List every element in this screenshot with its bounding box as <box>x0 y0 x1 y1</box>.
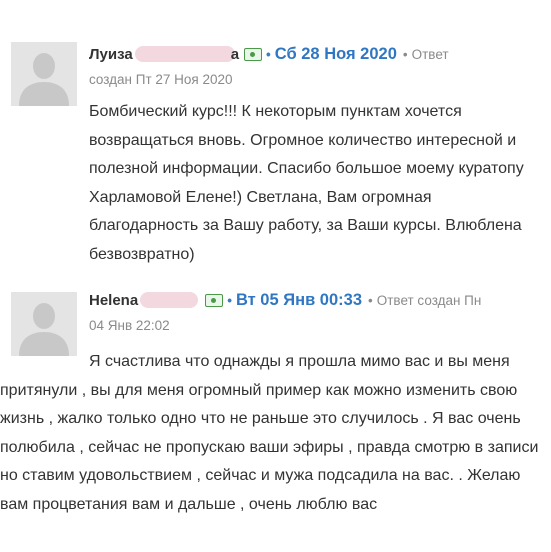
separator-dot: • <box>368 293 373 308</box>
blurred-surname <box>134 46 235 62</box>
blurred-surname <box>140 292 199 308</box>
review-meta: Helena • Вт 05 Янв 00:33 • Ответ создан Пн 0… <box>89 288 544 338</box>
reply-created: создан Пт 27 Ноя 2020 <box>89 72 233 87</box>
review-text: Я счастлива что однажды я прошла мимо ва… <box>0 353 539 513</box>
money-icon <box>244 48 263 61</box>
reply-created: 04 Янв 22:02 <box>89 318 170 333</box>
separator-dot: • <box>227 293 232 308</box>
author-name: Луиза <box>89 46 133 63</box>
review-date[interactable]: Сб 28 Ноя 2020 <box>275 45 397 63</box>
avatar <box>11 42 77 106</box>
author-name-tail: а <box>230 46 240 63</box>
user-silhouette-icon <box>11 42 77 106</box>
money-icon <box>205 294 224 307</box>
review-text: Бомбический курс!!! К некоторым пунктам … <box>89 103 524 263</box>
avatar <box>11 292 77 356</box>
reply-label: Ответ создан Пн <box>376 293 482 308</box>
review-date[interactable]: Вт 05 Янв 00:33 <box>236 291 362 309</box>
reply-label: Ответ <box>411 47 449 62</box>
user-silhouette-icon <box>11 292 77 356</box>
author-name: Helena <box>89 292 139 309</box>
separator-dot: • <box>266 47 271 62</box>
review-meta: Луиза а • Сб 28 Ноя 2020 • Ответ создан Пт 27… <box>89 42 544 92</box>
separator-dot: • <box>402 47 408 62</box>
